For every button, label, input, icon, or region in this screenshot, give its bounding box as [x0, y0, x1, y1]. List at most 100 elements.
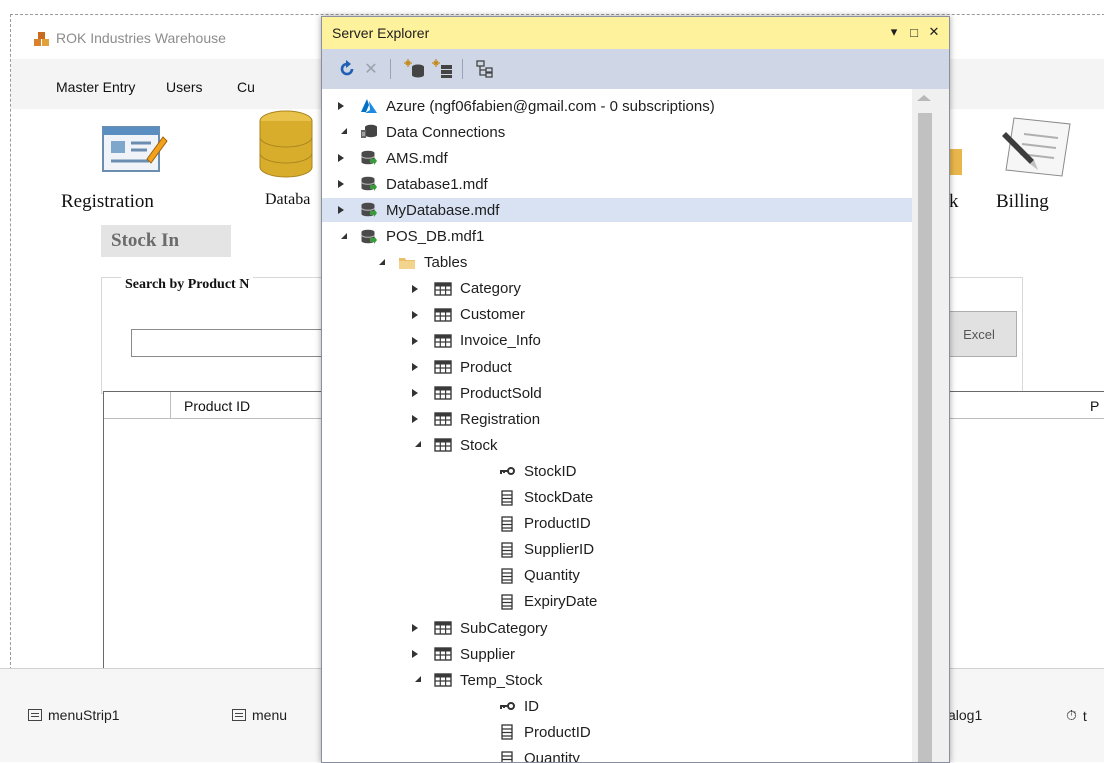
column-icon — [498, 724, 516, 741]
collapse-arrow-icon[interactable] — [372, 256, 386, 270]
app-logo-icon — [34, 32, 49, 46]
tree-node[interactable]: ProductSold — [408, 381, 542, 405]
column-icon — [498, 542, 516, 558]
tree-node[interactable]: ID — [498, 694, 539, 718]
scrollbar-thumb[interactable] — [918, 113, 932, 762]
connect-to-server-icon[interactable] — [432, 58, 454, 80]
billing-icon[interactable] — [996, 114, 1076, 182]
refresh-icon[interactable] — [336, 58, 358, 80]
column-icon — [498, 750, 516, 762]
menu-customer[interactable]: Cu — [237, 79, 255, 95]
search-group-label: Search by Product N — [121, 277, 254, 293]
expand-arrow-icon[interactable] — [408, 412, 422, 426]
expand-arrow-icon[interactable] — [408, 621, 422, 635]
grid-row-header-corner — [104, 392, 171, 418]
expand-arrow-icon[interactable] — [334, 151, 348, 165]
sharepoint-connection-icon[interactable] — [474, 58, 496, 80]
search-input[interactable] — [131, 329, 353, 357]
tree-node-label: Temp_Stock — [460, 671, 543, 689]
tree-node[interactable]: ProductID — [498, 512, 591, 536]
database-label[interactable]: Databa — [265, 191, 310, 209]
collapse-arrow-icon[interactable] — [408, 438, 422, 452]
column-icon — [498, 594, 516, 610]
tree-node[interactable]: Customer — [408, 303, 525, 327]
tree-node-label: Quantity — [524, 750, 580, 762]
tree-node[interactable]: ProductID — [498, 720, 591, 744]
registration-label[interactable]: Registration — [61, 191, 154, 213]
collapse-arrow-icon[interactable] — [334, 230, 348, 244]
menu-master-entry[interactable]: Master Entry — [56, 79, 135, 95]
tree-node[interactable]: SupplierID — [498, 538, 594, 562]
menu-users[interactable]: Users — [166, 79, 203, 95]
expand-arrow-icon[interactable] — [334, 203, 348, 217]
tree-node[interactable]: Category — [408, 277, 521, 301]
server-explorer-window[interactable]: Server Explorer ▾ □ ✕ ✕ Azure (ngf06fabi… — [321, 16, 950, 763]
tree-node[interactable]: AMS.mdf — [334, 146, 448, 170]
tree-node[interactable]: Database1.mdf — [334, 172, 488, 196]
tree-node[interactable]: Invoice_Info — [408, 329, 541, 353]
table-icon — [434, 385, 452, 401]
tray-dialog1[interactable]: alog1 — [948, 707, 982, 723]
stop-icon[interactable]: ✕ — [360, 58, 382, 80]
expand-arrow-icon[interactable] — [334, 177, 348, 191]
expand-arrow-icon[interactable] — [408, 386, 422, 400]
tree-node-label: Quantity — [524, 567, 580, 585]
data-connections-icon — [360, 124, 378, 140]
tray-menu2[interactable]: menu — [232, 707, 287, 723]
database-tool-icon[interactable] — [256, 109, 326, 179]
expand-arrow-icon[interactable] — [408, 308, 422, 322]
menustrip-icon — [232, 709, 246, 721]
database-icon — [360, 150, 378, 166]
tree-node[interactable]: Quantity — [498, 747, 580, 762]
tree-node-label: Stock — [460, 436, 498, 454]
tray-menustrip1[interactable]: menuStrip1 — [28, 707, 120, 723]
tree-node[interactable]: Registration — [408, 407, 540, 431]
tree-node[interactable]: StockDate — [498, 486, 593, 510]
tree-node[interactable]: POS_DB.mdf1 — [334, 225, 484, 249]
expand-arrow-icon[interactable] — [334, 99, 348, 113]
tree-node[interactable]: Product — [408, 355, 512, 379]
tree-node-label: POS_DB.mdf1 — [386, 228, 485, 245]
billing-label[interactable]: Billing — [996, 191, 1049, 213]
expand-arrow-icon[interactable] — [408, 334, 422, 348]
tray-menu2-label: menu — [252, 707, 288, 723]
database-icon — [360, 229, 378, 245]
tree-node[interactable]: Supplier — [408, 642, 515, 666]
registration-icon[interactable] — [99, 119, 169, 175]
tree-node[interactable]: Azure (ngf06fabien@gmail.com - 0 subscri… — [334, 94, 715, 118]
grid-column-product-id[interactable]: Product ID — [184, 398, 250, 414]
connect-to-database-icon[interactable] — [404, 58, 426, 80]
tree-node[interactable]: SubCategory — [408, 616, 548, 640]
server-explorer-tree[interactable]: Azure (ngf06fabien@gmail.com - 0 subscri… — [322, 89, 912, 762]
table-icon — [434, 620, 452, 636]
collapse-arrow-icon[interactable] — [334, 125, 348, 139]
tree-node[interactable]: ExpiryDate — [498, 590, 597, 614]
tree-node-label: Data Connections — [386, 123, 506, 141]
tree-node[interactable]: Tables — [372, 251, 467, 275]
stock-label[interactable]: k — [949, 191, 959, 213]
app-title: ROK Industries Warehouse — [56, 30, 226, 46]
tray-timer[interactable]: ⏱ t — [1066, 707, 1087, 724]
expand-arrow-icon[interactable] — [408, 282, 422, 296]
close-icon[interactable]: ✕ — [926, 24, 942, 40]
grid-column-p[interactable]: P — [1090, 398, 1099, 414]
tree-node[interactable]: Temp_Stock — [408, 668, 543, 692]
scroll-up-arrow[interactable] — [917, 95, 931, 101]
timer-icon: ⏱ — [1066, 707, 1077, 723]
tree-node[interactable]: Data Connections — [334, 120, 505, 144]
collapse-arrow-icon[interactable] — [408, 673, 422, 687]
tree-node[interactable]: StockID — [498, 459, 577, 483]
table-icon — [434, 307, 452, 323]
expand-arrow-icon[interactable] — [408, 360, 422, 374]
server-explorer-title-bar[interactable]: Server Explorer ▾ □ ✕ — [322, 17, 949, 49]
expand-arrow-icon[interactable] — [408, 647, 422, 661]
table-icon — [434, 333, 452, 349]
maximize-icon[interactable]: □ — [906, 24, 922, 40]
vertical-scrollbar[interactable] — [912, 89, 949, 762]
window-dropdown-icon[interactable]: ▾ — [886, 24, 902, 40]
tree-node[interactable]: Quantity — [498, 564, 580, 588]
server-explorer-title: Server Explorer — [332, 25, 430, 41]
tree-node[interactable]: Stock — [408, 433, 498, 457]
tree-node[interactable]: MyDatabase.mdf — [322, 198, 912, 223]
export-excel-button[interactable]: Excel — [941, 311, 1017, 357]
